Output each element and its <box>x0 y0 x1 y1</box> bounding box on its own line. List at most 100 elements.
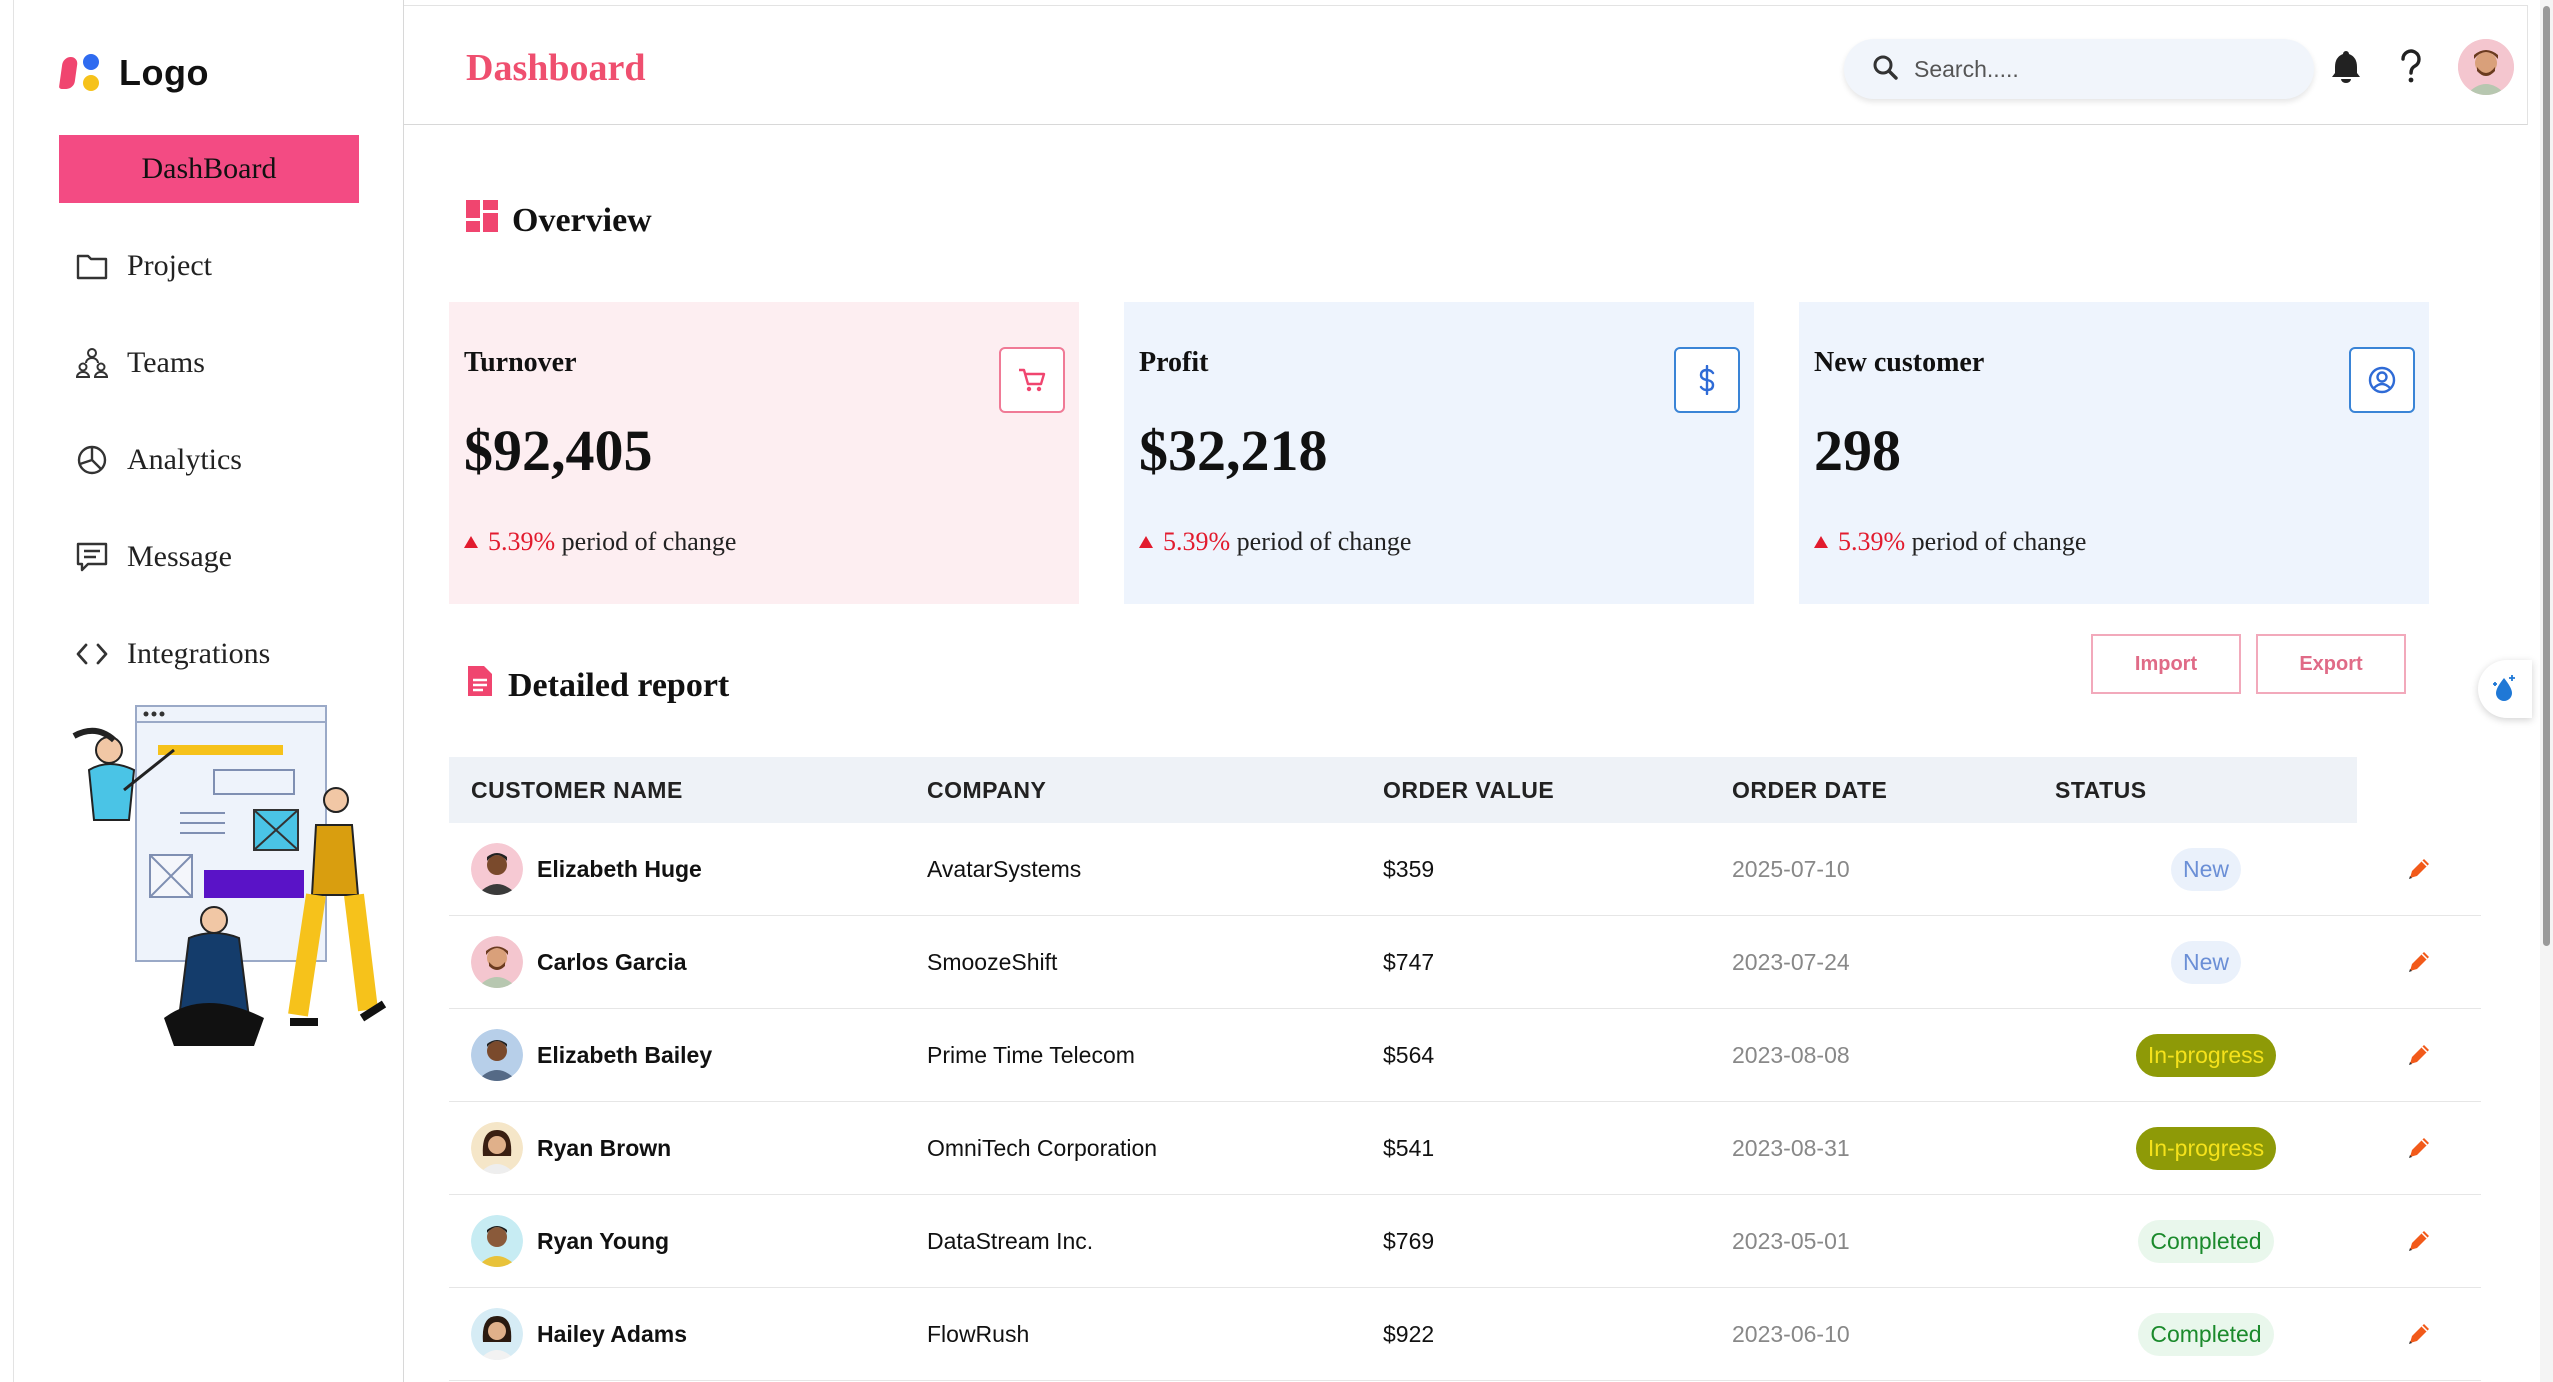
card-value: 298 <box>1814 418 1901 483</box>
order-value: $564 <box>1383 1041 1435 1068</box>
company: SmoozeShift <box>927 948 1058 975</box>
sidebar-item-analytics[interactable]: Analytics <box>59 426 359 494</box>
edit-icon[interactable] <box>2357 1228 2481 1254</box>
column-header-order-date[interactable]: ORDER DATE <box>1732 777 2055 804</box>
up-triangle-icon <box>1814 536 1828 548</box>
sidebar-item-label: DashBoard <box>141 152 277 185</box>
column-header-order-value[interactable]: ORDER VALUE <box>1383 777 1732 804</box>
change-text: period of change <box>1911 527 2087 556</box>
card-label: New customer <box>1814 347 1985 378</box>
order-value: $359 <box>1383 855 1435 882</box>
table-row: Ryan Brown OmniTech Corporation $541 202… <box>449 1102 2481 1195</box>
change-text: period of change <box>561 527 737 556</box>
edit-icon[interactable] <box>2357 1042 2481 1068</box>
stat-card-new-customer: New customer 298 5.39% period of change <box>1799 302 2429 604</box>
sidebar: Logo DashBoard Project Teams Analytics M… <box>13 0 404 1382</box>
customer-name: Carlos Garcia <box>537 948 687 975</box>
avatar <box>471 1029 523 1081</box>
sidebar-item-label: Project <box>127 249 212 282</box>
customer-name: Elizabeth Huge <box>537 855 702 882</box>
avatar <box>471 843 523 895</box>
page-title: Dashboard <box>466 47 646 89</box>
card-change: 5.39% period of change <box>1814 527 2086 557</box>
sidebar-item-teams[interactable]: Teams <box>59 329 359 397</box>
floating-assistant-button[interactable] <box>2478 660 2532 718</box>
company: DataStream Inc. <box>927 1227 1094 1254</box>
order-date: 2023-05-01 <box>1732 1227 1850 1254</box>
card-value: $92,405 <box>464 418 653 483</box>
sidebar-item-dashboard[interactable]: DashBoard <box>59 135 359 203</box>
avatar <box>471 936 523 988</box>
document-icon <box>466 664 494 707</box>
user-avatar[interactable] <box>2458 39 2514 95</box>
stat-card-profit: Profit $32,218 5.39% period of change <box>1124 302 1754 604</box>
table-header: CUSTOMER NAME COMPANY ORDER VALUE ORDER … <box>449 757 2357 823</box>
avatar <box>471 1308 523 1360</box>
scrollbar-thumb[interactable] <box>2543 6 2550 946</box>
status-badge: In-progress <box>2135 1126 2277 1170</box>
change-percent: 5.39% <box>1838 527 1906 556</box>
company: Prime Time Telecom <box>927 1041 1135 1068</box>
card-label: Profit <box>1139 347 1209 378</box>
dashboard-grid-icon <box>466 200 498 241</box>
company: AvatarSystems <box>927 855 1082 882</box>
card-label: Turnover <box>464 347 577 378</box>
sidebar-item-label: Message <box>127 540 232 573</box>
water-drop-icon <box>2490 672 2520 707</box>
column-header-status[interactable]: STATUS <box>2055 777 2357 804</box>
sidebar-nav: DashBoard Project Teams Analytics Messag… <box>59 135 359 717</box>
edit-icon[interactable] <box>2357 1135 2481 1161</box>
top-header: Dashboard <box>404 5 2528 125</box>
edit-icon[interactable] <box>2357 949 2481 975</box>
avatar <box>471 1215 523 1267</box>
stat-cards: Turnover $92,405 5.39% period of change … <box>449 302 2429 604</box>
message-icon <box>75 540 109 574</box>
overview-title: Overview <box>512 201 652 239</box>
search-bar[interactable] <box>1844 39 2314 99</box>
help-icon[interactable] <box>2389 44 2433 88</box>
sidebar-item-integrations[interactable]: Integrations <box>59 620 359 688</box>
order-date: 2025-07-10 <box>1732 855 1850 882</box>
overview-heading: Overview <box>466 200 652 241</box>
bell-icon[interactable] <box>2324 44 2368 88</box>
customer-name: Ryan Young <box>537 1227 670 1254</box>
status-badge: In-progress <box>2135 1033 2277 1077</box>
search-input[interactable] <box>1914 55 2294 83</box>
table-row: Ryan Young DataStream Inc. $769 2023-05-… <box>449 1195 2481 1288</box>
up-triangle-icon <box>464 536 478 548</box>
company: OmniTech Corporation <box>927 1134 1158 1161</box>
logo[interactable]: Logo <box>58 48 209 98</box>
export-button[interactable]: Export <box>2256 634 2406 694</box>
company: FlowRush <box>927 1320 1030 1347</box>
change-percent: 5.39% <box>488 527 556 556</box>
change-text: period of change <box>1236 527 1412 556</box>
detailed-report-title: Detailed report <box>508 666 730 704</box>
edit-icon[interactable] <box>2357 1321 2481 1347</box>
status-badge: Completed <box>2138 1312 2274 1356</box>
order-date: 2023-06-10 <box>1732 1320 1850 1347</box>
team-illustration <box>72 705 387 1046</box>
dollar-icon <box>1674 347 1740 413</box>
card-value: $32,218 <box>1139 418 1328 483</box>
cart-icon <box>999 347 1065 413</box>
edit-icon[interactable] <box>2357 856 2481 882</box>
folder-icon <box>75 249 109 283</box>
up-triangle-icon <box>1139 536 1153 548</box>
sidebar-item-label: Analytics <box>127 443 242 476</box>
status-badge: Completed <box>2138 1219 2274 1263</box>
column-header-company[interactable]: COMPANY <box>927 777 1383 804</box>
page-scrollbar[interactable] <box>2540 0 2553 1382</box>
column-header-customer-name[interactable]: CUSTOMER NAME <box>449 777 927 804</box>
change-percent: 5.39% <box>1163 527 1231 556</box>
user-circle-icon <box>2349 347 2415 413</box>
order-value: $747 <box>1383 948 1435 975</box>
order-value: $541 <box>1383 1134 1435 1161</box>
sidebar-item-message[interactable]: Message <box>59 523 359 591</box>
sidebar-item-project[interactable]: Project <box>59 232 359 300</box>
import-button[interactable]: Import <box>2091 634 2241 694</box>
card-change: 5.39% period of change <box>464 527 736 557</box>
order-value: $769 <box>1383 1227 1435 1254</box>
logo-mark <box>58 51 105 95</box>
status-badge: New <box>2170 847 2241 891</box>
table-row: Carlos Garcia SmoozeShift $747 2023-07-2… <box>449 916 2481 1009</box>
